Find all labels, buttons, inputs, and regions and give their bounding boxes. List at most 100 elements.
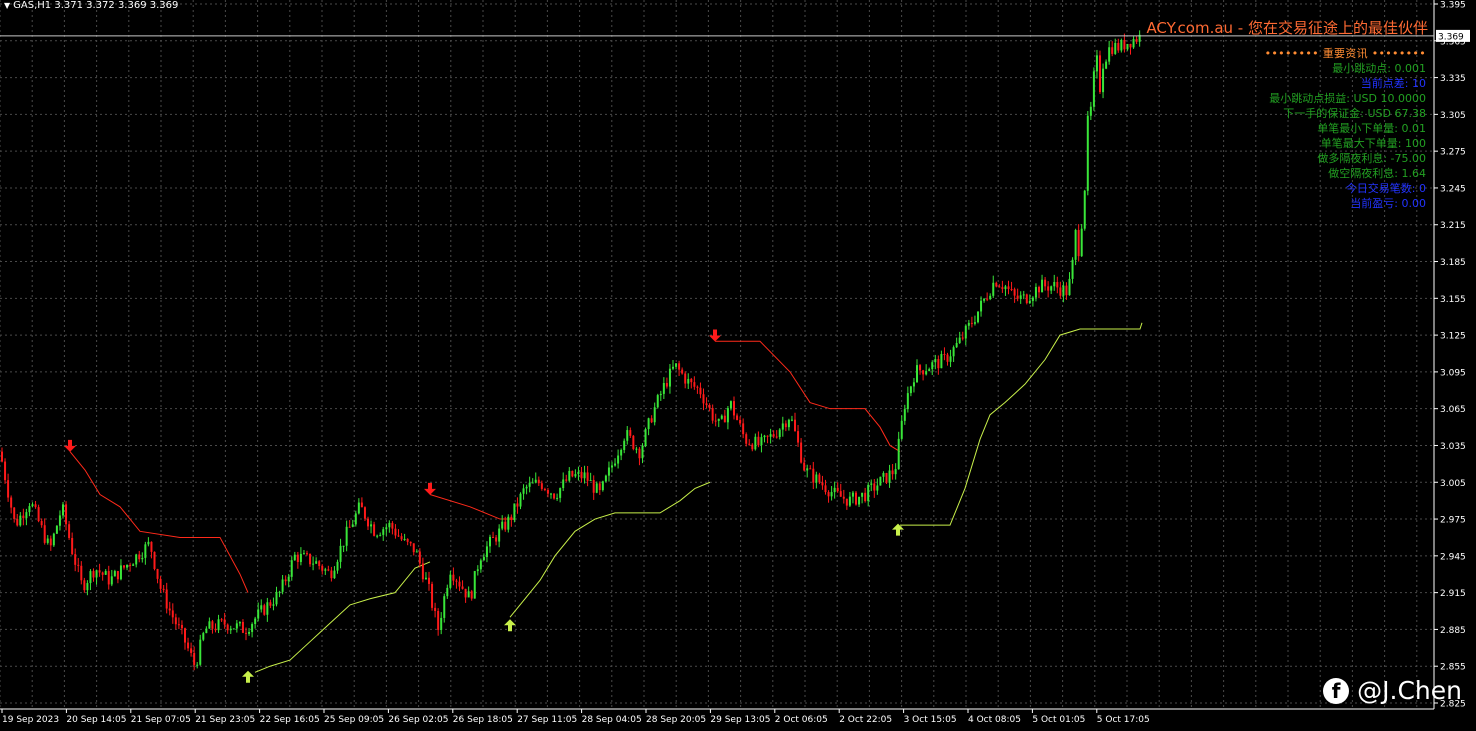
bull-candle — [324, 569, 327, 571]
bear-candle — [418, 551, 421, 564]
y-tick-label: 3.275 — [1440, 148, 1466, 158]
bull-candle — [1019, 295, 1022, 299]
bear-candle — [220, 619, 223, 621]
bull-candle — [980, 300, 983, 312]
bear-candle — [821, 482, 824, 486]
buy-arrow-icon — [242, 670, 254, 683]
bull-candle — [357, 502, 360, 514]
bear-candle — [1038, 286, 1040, 293]
bear-candle — [873, 483, 876, 491]
bull-candle — [19, 515, 22, 526]
bull-candle — [513, 503, 516, 520]
bull-candle — [867, 484, 870, 502]
bear-candle — [1007, 286, 1010, 290]
bull-candle — [302, 553, 305, 555]
bear-candle — [156, 569, 159, 579]
bull-candle — [440, 617, 443, 630]
bull-candle — [964, 325, 967, 339]
bull-candle — [1114, 42, 1117, 54]
up-trail-line — [254, 561, 431, 673]
bull-candle — [31, 504, 34, 507]
bull-candle — [1105, 61, 1108, 69]
bear-candle — [693, 382, 696, 387]
bull-candle — [687, 378, 690, 384]
bear-candle — [775, 436, 778, 438]
bull-candle — [983, 298, 986, 301]
bear-candle — [723, 415, 726, 423]
info-line: 做空隔夜利息: 1.64 — [1328, 167, 1426, 180]
bear-candle — [1010, 289, 1013, 291]
bull-candle — [916, 365, 918, 383]
info-line: 单笔最小下单量: 0.01 — [1317, 122, 1426, 135]
bull-candle — [473, 571, 476, 599]
bear-candle — [330, 570, 333, 579]
price-chart[interactable]: 3.3953.3653.3353.3053.2753.2453.2153.185… — [0, 0, 1476, 731]
bear-candle — [592, 480, 595, 493]
bear-candle — [437, 610, 440, 630]
symbol-header: ▼ GAS,H1 3.371 3.372 3.369 3.369 — [4, 0, 178, 11]
bull-candle — [376, 535, 379, 537]
bull-candle — [110, 576, 113, 585]
bull-candle — [522, 488, 525, 494]
bull-candle — [949, 356, 952, 362]
bull-candle — [196, 664, 199, 666]
bear-candle — [891, 470, 894, 475]
dropdown-triangle-icon[interactable]: ▼ — [4, 1, 10, 10]
x-tick-label: 3 Oct 15:05 — [904, 715, 957, 725]
bull-candle — [342, 545, 345, 547]
bear-candle — [214, 628, 217, 631]
bull-candle — [232, 628, 235, 630]
bear-candle — [455, 580, 458, 582]
bear-candle — [373, 524, 376, 536]
bear-candle — [92, 571, 95, 578]
bear-candle — [412, 543, 415, 553]
bear-candle — [803, 462, 806, 471]
x-tick-label: 21 Sep 07:05 — [131, 715, 191, 725]
bear-candle — [327, 569, 330, 571]
bear-candle — [363, 507, 366, 519]
bear-candle — [348, 526, 351, 528]
bull-candle — [519, 493, 522, 507]
bear-candle — [1047, 286, 1050, 291]
bull-candle — [925, 371, 928, 375]
bull-candle — [909, 386, 912, 394]
bull-candle — [940, 354, 943, 369]
bear-candle — [745, 434, 748, 444]
bear-candle — [696, 386, 699, 388]
bull-candle — [52, 533, 55, 546]
bull-candle — [1071, 259, 1074, 279]
bear-candle — [226, 624, 229, 631]
bull-candle — [299, 553, 302, 562]
bull-candle — [132, 564, 135, 566]
bull-candle — [583, 472, 586, 479]
bull-candle — [1095, 55, 1098, 72]
bull-candle — [46, 538, 49, 543]
bear-candle — [995, 282, 998, 287]
bear-candle — [827, 492, 830, 497]
bear-candle — [98, 570, 101, 573]
bull-candle — [95, 570, 98, 578]
bull-candle — [1089, 106, 1092, 116]
x-tick-label: 5 Oct 01:05 — [1032, 715, 1085, 725]
bull-candle — [336, 561, 339, 571]
bull-candle — [607, 467, 610, 476]
bear-candle — [34, 504, 37, 508]
bull-candle — [861, 492, 864, 497]
info-line: 当前点差: 10 — [1360, 77, 1426, 90]
bull-candle — [1053, 282, 1056, 287]
bull-candle — [113, 571, 116, 577]
bull-candle — [281, 579, 284, 592]
x-tick-label: 28 Sep 20:05 — [646, 715, 706, 725]
bull-candle — [556, 497, 559, 499]
bull-candle — [815, 474, 818, 483]
x-tick-label: 22 Sep 16:05 — [260, 715, 320, 725]
bear-candle — [1099, 55, 1101, 93]
bear-candle — [434, 607, 437, 611]
bear-candle — [699, 387, 702, 395]
bull-candle — [672, 366, 674, 369]
bear-candle — [71, 537, 74, 555]
bear-candle — [101, 572, 104, 575]
bull-candle — [550, 493, 552, 495]
bull-candle — [1028, 300, 1031, 304]
bull-candle — [726, 408, 729, 423]
